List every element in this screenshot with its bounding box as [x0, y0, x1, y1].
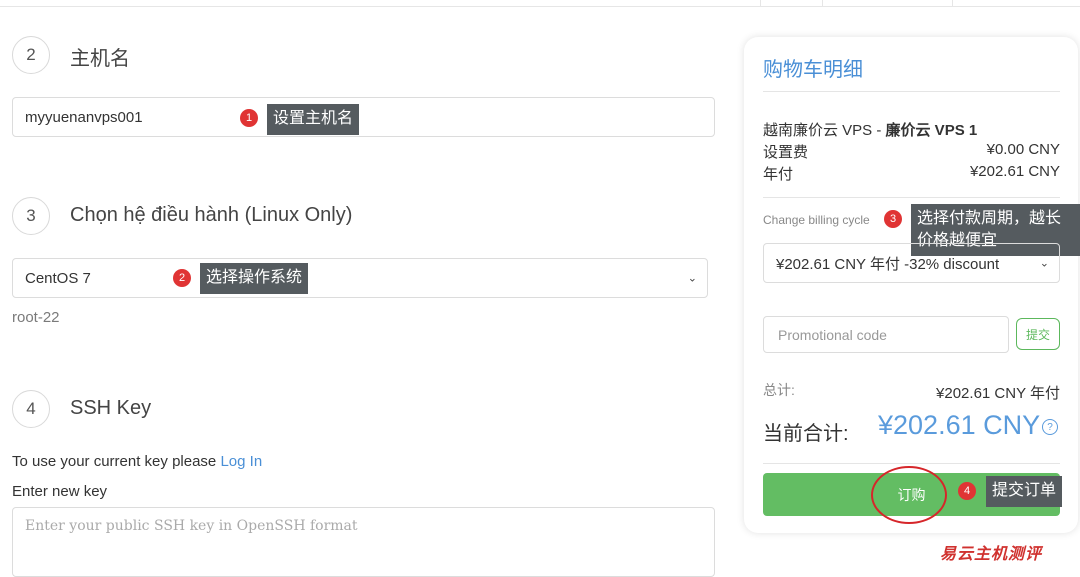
login-link[interactable]: Log In: [220, 453, 262, 470]
annotation-badge-1: 1: [240, 109, 258, 127]
hostname-section-title: 主机名: [70, 48, 130, 70]
billing-cycle-value: ¥202.61 CNY 年付 -32% discount: [776, 255, 1000, 273]
os-select[interactable]: CentOS 7 ⌄: [12, 258, 708, 298]
setup-fee-label: 设置费: [763, 144, 809, 161]
cart-divider: [763, 463, 1060, 464]
annual-value: ¥202.61 CNY: [969, 163, 1060, 180]
top-bar-divider: [822, 0, 823, 6]
annotation-badge-3: 3: [884, 210, 902, 228]
annotation-callout-hostname: 设置主机名: [267, 104, 360, 135]
billing-cycle-select[interactable]: ¥202.61 CNY 年付 -32% discount ⌄: [763, 243, 1060, 283]
billing-cycle-label: Change billing cycle: [763, 213, 870, 227]
step-number-ssh: 4: [12, 390, 50, 428]
cart-panel: [744, 37, 1078, 533]
step-number-os: 3: [12, 197, 50, 235]
ssh-login-prompt: To use your current key please Log In: [12, 453, 262, 470]
cart-divider: [763, 197, 1060, 198]
watermark: 易云主机测评: [940, 546, 1043, 563]
top-bar-divider: [760, 0, 761, 6]
os-note: root-22: [12, 309, 60, 326]
ssh-section-title: SSH Key: [70, 397, 152, 419]
annotation-callout-os: 选择操作系统: [200, 263, 309, 294]
cart-product: 越南廉价云 VPS - 廉价云 VPS 1: [763, 119, 977, 140]
setup-fee-value: ¥0.00 CNY: [986, 141, 1060, 158]
cart-title: 购物车明细: [763, 59, 863, 81]
help-icon[interactable]: ?: [1042, 419, 1058, 435]
annotation-badge-2: 2: [173, 269, 191, 287]
annotation-badge-4: 4: [958, 482, 976, 500]
top-bar-divider: [952, 0, 953, 6]
chevron-down-icon: ⌄: [687, 272, 697, 285]
hostname-value: myyuenanvps001: [25, 108, 143, 126]
apply-promo-button[interactable]: 提交: [1016, 318, 1060, 350]
os-section-title: Chọn hệ điều hành (Linux Only): [70, 204, 353, 226]
highlight-circle: [871, 466, 947, 524]
ssh-key-textarea[interactable]: Enter your public SSH key in OpenSSH for…: [12, 507, 715, 577]
ssh-login-text: To use your current key please: [12, 453, 217, 470]
annotation-callout-order: 提交订单: [986, 476, 1063, 507]
total-value: ¥202.61 CNY 年付: [936, 385, 1060, 402]
chevron-down-icon: ⌄: [1039, 257, 1049, 270]
current-total-label: 当前合计:: [763, 423, 849, 445]
cart-product-plan: 廉价云 VPS 1: [885, 122, 978, 139]
ssh-enter-label: Enter new key: [12, 483, 108, 500]
step-number-hostname: 2: [12, 36, 50, 74]
top-bar: [0, 0, 1080, 7]
hostname-input[interactable]: myyuenanvps001: [12, 97, 715, 137]
cart-product-name: 越南廉价云 VPS -: [763, 122, 886, 139]
cart-divider: [763, 91, 1060, 92]
os-selected-value: CentOS 7: [25, 269, 91, 287]
promo-code-input[interactable]: Promotional code: [763, 316, 1009, 353]
total-label: 总计:: [763, 382, 795, 398]
current-total-value: ¥202.61 CNY: [878, 410, 1041, 440]
annual-label: 年付: [763, 166, 794, 183]
